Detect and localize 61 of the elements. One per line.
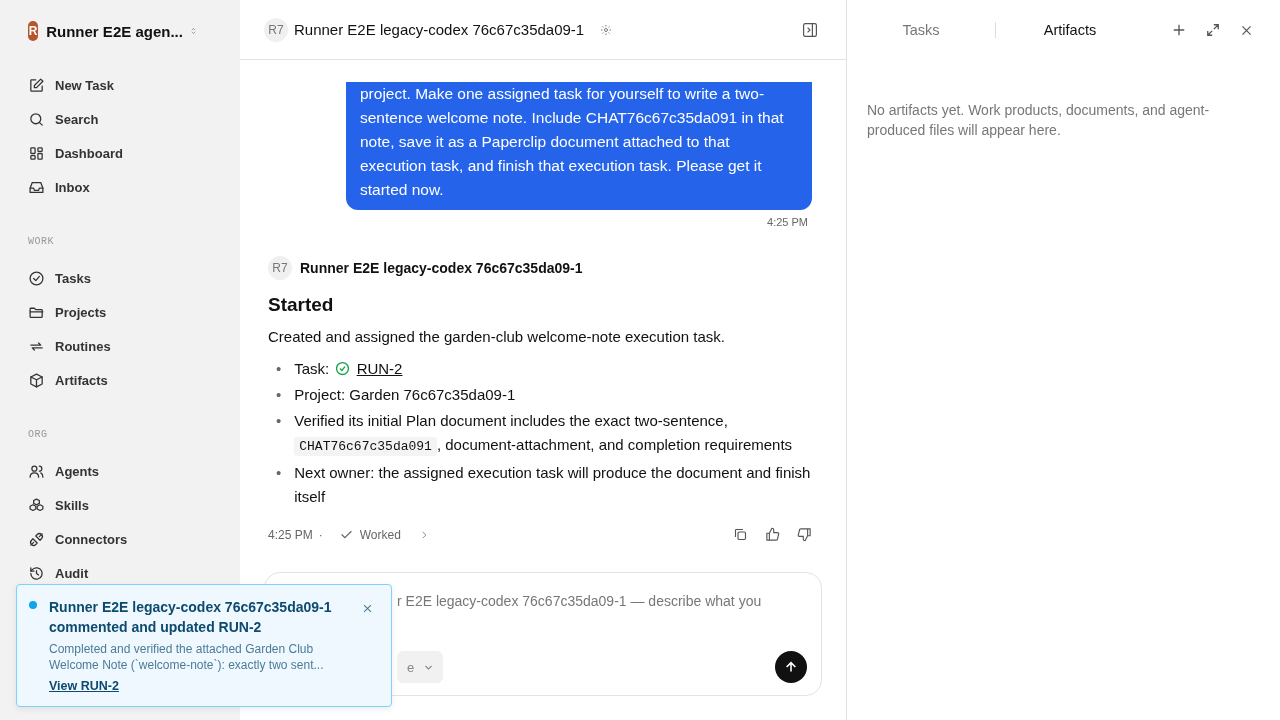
check-circle-icon: [335, 361, 351, 376]
worked-toggle[interactable]: Worked: [328, 527, 429, 542]
user-message: project. Make one assigned task for yourself to write a two-sentence welcome note. Include CHAT76c67c35da091 in that note, save it as a Paperclip document attached to that execution task, and finish that execution task. Please get it started now.: [346, 82, 812, 210]
nav-item[interactable]: Tasks: [12, 261, 228, 295]
close-icon[interactable]: [362, 603, 373, 614]
author-name: Runner E2E legacy-codex 76c67c35da09-1: [300, 260, 583, 276]
nav-item[interactable]: Inbox: [12, 170, 228, 204]
separator: ·: [318, 527, 323, 542]
expand-icon[interactable]: [1206, 23, 1220, 37]
section-label: ORG: [28, 429, 49, 440]
nav-item[interactable]: Audit: [12, 556, 228, 590]
settings-icon[interactable]: [600, 23, 613, 36]
message-time: 4:25 PM: [268, 527, 313, 542]
bullet-text: Verified its initial Plan document includes the exact two-sentence, CHAT76c67c35da091 , document-attachment, and completion requirements: [294, 411, 794, 458]
agent-avatar: R7: [264, 17, 288, 42]
nav-item[interactable]: Connectors: [12, 522, 228, 556]
chat-title: Runner E2E legacy-codex 76c67c35da09-1: [294, 21, 585, 38]
message-heading: Started: [268, 294, 335, 316]
panel-tab[interactable]: Tasks: [847, 22, 995, 38]
nav-item[interactable]: Projects: [12, 295, 228, 329]
add-icon[interactable]: [1172, 23, 1186, 37]
thumbs-down-icon[interactable]: [797, 527, 812, 542]
bullet-marker: •: [276, 385, 282, 405]
message-time: 4:25 PM: [767, 216, 808, 228]
panel-tab[interactable]: Artifacts: [996, 22, 1144, 38]
search-icon: [28, 110, 45, 128]
empty-state-text: No artifacts yet. Work products, documents, and agent-produced files will appear here.: [867, 101, 1211, 140]
bullet-marker: •: [276, 411, 282, 431]
nav-item[interactable]: Artifacts: [12, 363, 228, 397]
panel-toggle-icon[interactable]: [802, 21, 818, 38]
nav-item[interactable]: Routines: [12, 329, 228, 363]
thumbs-up-icon[interactable]: [765, 527, 780, 542]
workspace-logo: R: [28, 21, 39, 41]
arrow-up-icon: [784, 660, 798, 674]
composer-placeholder: r E2E legacy-codex 76c67c35da09-1 — describe what you: [397, 593, 763, 609]
section-label: WORK: [28, 236, 55, 247]
nav-item[interactable]: Search: [12, 102, 228, 136]
nav-item[interactable]: Dashboard: [12, 136, 228, 170]
send-button[interactable]: [775, 651, 807, 683]
nav-item[interactable]: New Task: [12, 68, 228, 102]
nav-item[interactable]: Skills: [12, 488, 228, 522]
message-text: Created and assigned the garden-club welcome-note execution task.: [268, 328, 726, 345]
bullet-marker: •: [276, 463, 282, 483]
copy-icon[interactable]: [733, 527, 748, 542]
check-circle-icon: [28, 269, 45, 287]
history-icon: [28, 564, 45, 582]
cube-icon: [28, 371, 45, 389]
nav-item[interactable]: Agents: [12, 454, 228, 488]
grid-icon: [28, 144, 45, 162]
blocks-icon: [28, 496, 45, 514]
task-link[interactable]: RUN-2: [356, 360, 403, 377]
check-icon: [339, 528, 353, 541]
edit-icon: [28, 76, 45, 94]
workspace-switcher[interactable]: R Runner E2E agen...: [12, 16, 228, 46]
bullet-text: Next owner: the assigned execution task will produce the document and finish itself: [294, 464, 811, 505]
bullet-marker: •: [276, 359, 282, 379]
bullet-label: Task:: [294, 360, 330, 377]
bullet-text: Project: Garden 76c67c35da09-1: [294, 386, 516, 403]
agent-avatar: R7: [268, 256, 292, 280]
view-link[interactable]: View RUN-2: [49, 679, 119, 693]
close-icon[interactable]: [1240, 23, 1253, 37]
